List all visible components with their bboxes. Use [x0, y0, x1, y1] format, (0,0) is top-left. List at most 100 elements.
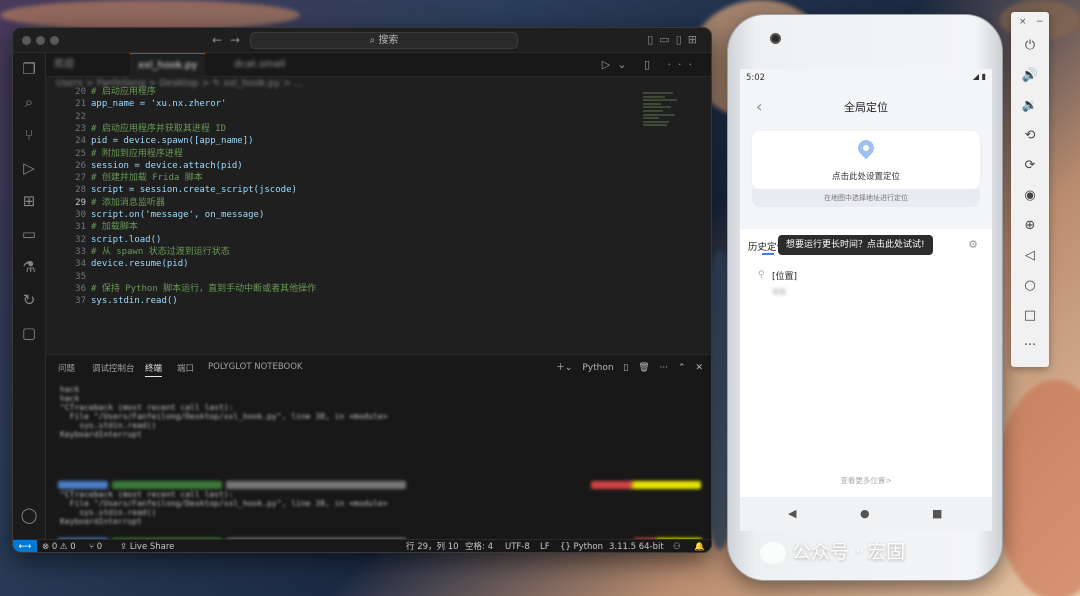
language-mode[interactable]: {} Python — [560, 540, 603, 552]
extensions-icon[interactable]: ⊞ — [19, 191, 39, 211]
code-line[interactable]: 28 script = session.create_script(jscode) — [46, 184, 626, 196]
code-line[interactable]: 21 app_name = 'xu.nx.zheror' — [46, 98, 626, 110]
rotate-left-icon[interactable]: ⟲ — [1011, 128, 1049, 143]
code-text: pid = device.spawn([app_name]) — [91, 136, 254, 147]
editor-actions[interactable]: ▷⌄ ▯ ··· — [602, 58, 699, 71]
choose-on-map-link[interactable]: 在地图中选择地址进行定位 — [752, 189, 980, 207]
split-terminal-icon[interactable]: ▯ — [623, 363, 628, 373]
more-locations-link[interactable]: 查看更多位置> — [740, 475, 992, 486]
back-icon[interactable]: ◁ — [1011, 248, 1049, 263]
settings-icon[interactable]: ⚙ — [968, 238, 978, 251]
minimap[interactable] — [643, 92, 683, 152]
tab-terminal[interactable]: 终端 — [145, 362, 163, 377]
new-terminal-icon[interactable]: ＋⌄ — [556, 363, 573, 373]
code-line[interactable]: 25 # 附加到应用程序进程 — [46, 148, 626, 160]
signal-battery-icon: ◢ ▮ — [972, 72, 986, 81]
chat-icon[interactable]: ▢ — [19, 323, 39, 343]
terminal-shell-label[interactable]: Python — [582, 363, 613, 373]
overview-icon[interactable]: □ — [1011, 308, 1049, 323]
remote-indicator-icon[interactable]: ⟷ — [13, 540, 37, 552]
zoom-icon[interactable]: ⊕ — [1011, 218, 1049, 233]
code-line[interactable]: 34 device.resume(pid) — [46, 258, 626, 270]
code-line[interactable]: 30 script.on('message', on_message) — [46, 209, 626, 221]
code-line[interactable]: 33 # 从 spawn 状态过渡到运行状态 — [46, 246, 626, 258]
code-line[interactable]: 24 pid = device.spawn([app_name]) — [46, 135, 626, 147]
remote-explorer-icon[interactable]: ▭ — [19, 224, 39, 244]
line-number: 36 — [75, 283, 86, 294]
indentation[interactable]: 空格: 4 — [465, 540, 493, 552]
source-control-icon[interactable]: ⑂ — [19, 125, 39, 145]
rotate-right-icon[interactable]: ⟳ — [1011, 158, 1049, 173]
close-panel-icon[interactable]: ✕ — [695, 363, 703, 373]
code-line[interactable]: 20 # 启动应用程序 — [46, 86, 626, 98]
command-search-input[interactable]: ⌕ 搜索 — [250, 32, 518, 49]
python-interpreter[interactable]: 3.11.5 64-bit — [609, 540, 664, 552]
encoding[interactable]: UTF-8 — [505, 540, 530, 552]
tab-problems[interactable]: 问题 — [58, 362, 75, 374]
live-share-icon[interactable]: ↻ — [19, 290, 39, 310]
nav-recents-icon[interactable]: ■ — [932, 507, 942, 520]
run-debug-icon[interactable]: ▷ — [19, 158, 39, 178]
minimize-emulator-icon[interactable]: − — [1036, 17, 1044, 27]
cursor-position[interactable]: 行 29，列 10 — [406, 540, 459, 552]
terminal-output-blurred: hack hack ^CTraceback (most recent call … — [60, 385, 388, 439]
code-line[interactable]: 35 — [46, 271, 626, 283]
volume-down-icon[interactable]: 🔉 — [1011, 98, 1049, 113]
search-icon[interactable]: ⌕ — [19, 92, 39, 112]
end-of-line[interactable]: LF — [540, 540, 550, 552]
tab-smali-file[interactable]: dcat.smali — [226, 53, 294, 77]
nav-back-icon[interactable]: ◀ — [788, 507, 796, 520]
code-line[interactable]: 27 # 创建并加载 Frida 脚本 — [46, 172, 626, 184]
code-line[interactable]: 23 # 启动应用程序并获取其进程 ID — [46, 123, 626, 135]
emulator-toolbar: × − ⏻ 🔊 🔉 ⟲ ⟳ ◉ ⊕ ◁ ○ □ ··· — [1011, 12, 1049, 367]
tab-debug-console[interactable]: 调试控制台 — [92, 362, 135, 374]
nav-home-icon[interactable]: ● — [860, 507, 870, 520]
watermark: 公众号 · 宏固 — [760, 537, 905, 564]
code-line[interactable]: 32 script.load() — [46, 234, 626, 246]
minimize-window-button[interactable] — [36, 36, 45, 45]
maximize-window-button[interactable] — [50, 36, 59, 45]
problems-count[interactable]: ⊗ 0 ⚠ 0 — [42, 540, 76, 552]
close-emulator-icon[interactable]: × — [1019, 17, 1027, 27]
upgrade-tooltip[interactable]: 想要运行更长时间？点击此处试试! — [778, 235, 933, 255]
history-header: 历史定位 想要运行更长时间？点击此处试试! ⚙ — [740, 229, 992, 259]
tab-active-file[interactable]: xxl_hook.py — [130, 53, 206, 77]
phone-screen: 5:02 ◢ ▮ ‹ 全局定位 点击此处设置定位 在地图中选择地址进行定位 历史… — [740, 69, 992, 531]
power-icon[interactable]: ⏻ — [1011, 38, 1049, 53]
code-line[interactable]: 26 session = device.attach(pid) — [46, 160, 626, 172]
nav-arrows[interactable]: ←→ — [212, 33, 248, 47]
redacted-command — [226, 481, 406, 489]
testing-icon[interactable]: ⚗ — [19, 257, 39, 277]
copilot-icon[interactable]: ⚇ — [673, 540, 681, 552]
trash-icon[interactable]: 🗑 — [638, 363, 649, 373]
code-line[interactable]: 31 # 加载脚本 — [46, 221, 626, 233]
set-location-card[interactable]: 点击此处设置定位 — [752, 131, 980, 189]
ports-count[interactable]: ⑂ 0 — [89, 540, 102, 552]
wallpaper-decoration — [0, 0, 300, 30]
bottom-panel: 问题 调试控制台 终端 端口 POLYGLOT NOTEBOOK ＋⌄ Pyth… — [46, 354, 711, 546]
redacted-path — [112, 481, 222, 489]
code-line[interactable]: 29 # 添加消息监听器 — [46, 197, 626, 209]
explorer-icon[interactable]: ❐ — [19, 59, 39, 79]
layout-toggle-icons[interactable]: ▯▭▯⊞ — [647, 33, 703, 46]
tab-ports[interactable]: 端口 — [177, 362, 194, 374]
notifications-icon[interactable]: 🔔 — [694, 540, 705, 552]
maximize-panel-icon[interactable]: ⌃ — [678, 363, 686, 373]
history-list-item[interactable]: ⚲ [位置] 美国 — [740, 259, 992, 319]
volume-up-icon[interactable]: 🔊 — [1011, 68, 1049, 83]
line-number: 21 — [75, 99, 86, 110]
camera-screenshot-icon[interactable]: ◉ — [1011, 188, 1049, 203]
live-share-button[interactable]: ⇪ Live Share — [120, 540, 174, 552]
code-line[interactable]: 36 # 保持 Python 脚本运行，直到手动中断或者其他操作 — [46, 283, 626, 295]
line-number: 26 — [75, 160, 86, 171]
close-window-button[interactable] — [22, 36, 31, 45]
account-icon[interactable]: ◯ — [19, 505, 39, 525]
tab-polyglot-notebook[interactable]: POLYGLOT NOTEBOOK — [208, 362, 302, 372]
code-line[interactable]: 37 sys.stdin.read() — [46, 295, 626, 307]
tab-welcome[interactable]: 欢迎 — [46, 53, 82, 77]
code-line[interactable]: 22 — [46, 111, 626, 123]
home-icon[interactable]: ○ — [1011, 278, 1049, 293]
code-editor[interactable]: 20 # 启动应用程序 21 app_name = 'xu.nx.zheror' 22 2… — [46, 87, 711, 352]
more-options-icon[interactable]: ··· — [1011, 338, 1049, 353]
more-icon[interactable]: ··· — [660, 363, 669, 373]
